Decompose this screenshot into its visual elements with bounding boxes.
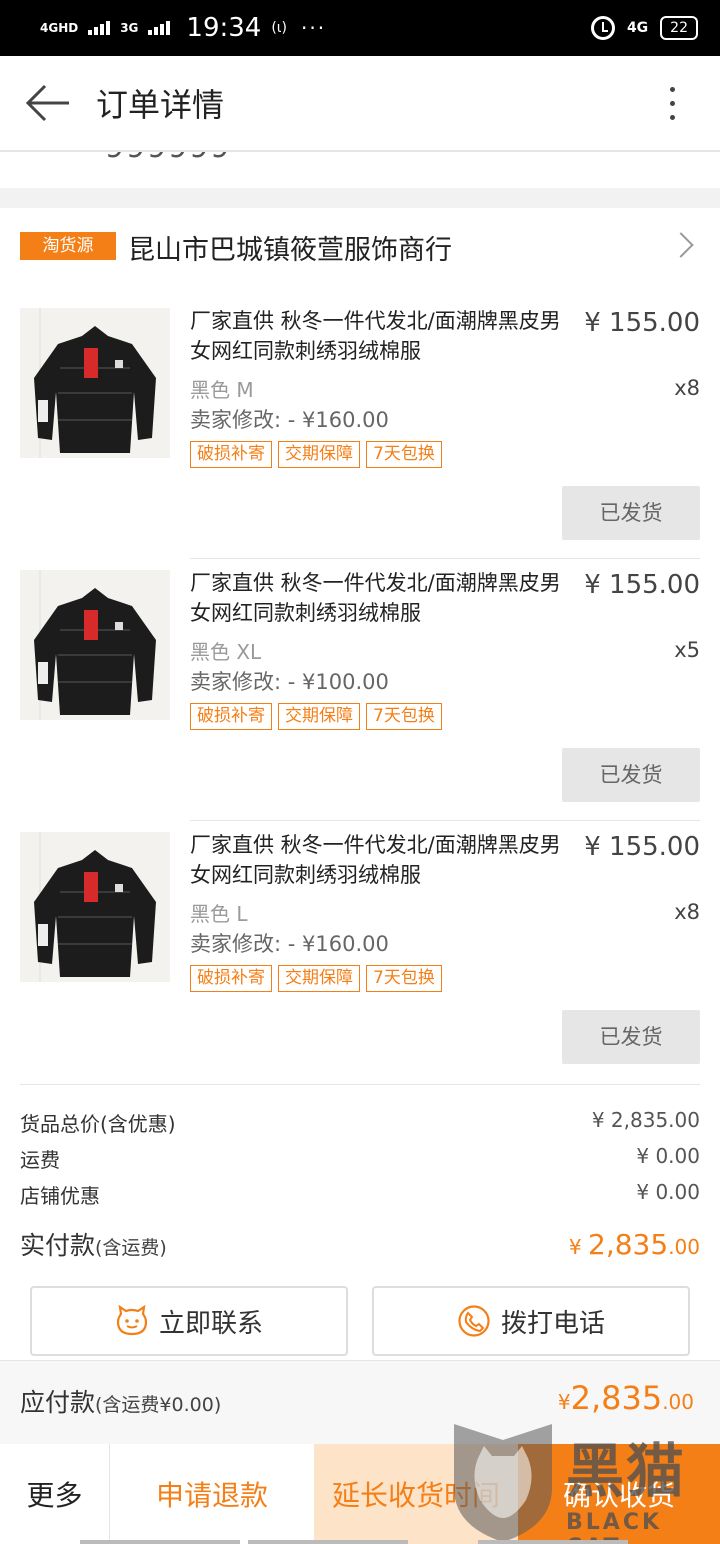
divider [190,558,700,559]
seller-modify: 卖家修改: - ¥160.00 [190,408,389,432]
divider [20,1084,700,1085]
summary-shop-discount: 店铺优惠 ¥ 0.00 [20,1180,700,1209]
refund-button[interactable]: 申请退款 [110,1444,314,1544]
mobile-data-icon: 4G [626,20,649,36]
alarm-icon [590,16,615,40]
more-notifications-icon: ··· [301,16,327,40]
paid-label: 实付款(含运费) [20,1231,167,1260]
summary-paid: 实付款(含运费) ¥ 2,835.00 [20,1226,700,1262]
extend-receipt-button[interactable]: 延长收货时间 [314,1444,518,1544]
badge-damage-resend: 破损补寄 [190,965,272,992]
call-phone-button[interactable]: 拨打电话 [372,1286,690,1356]
seller-modify: 卖家修改: - ¥160.00 [190,932,389,956]
product-thumbnail[interactable] [20,570,170,720]
summary-goods-total: 货品总价(含优惠) ¥ 2,835.00 [20,1108,700,1137]
badge-delivery-guarantee: 交期保障 [278,965,360,992]
clock: 19:34 [186,13,262,43]
page-title: 订单详情 [96,86,225,124]
order-item[interactable]: 厂家直供 秋冬一件代发北/面潮牌黑皮男女网红同款刺绣羽绒棉服 ¥ 155.00 … [0,308,720,570]
gesture-indicator [248,1540,408,1544]
shipped-button[interactable]: 已发货 [562,1010,700,1064]
more-vertical-icon[interactable] [624,55,720,151]
badge-damage-resend: 破损补寄 [190,703,272,730]
service-badges: 破损补寄 交期保障 7天包换 [190,441,442,468]
paid-amount: ¥ 2,835.00 [568,1228,700,1261]
payable-bar: 应付款(含运费¥0.00) ¥2,835.00 [0,1360,720,1444]
badge-7day-exchange: 7天包换 [366,703,442,730]
shop-row[interactable]: 淘货源 昆山市巴城镇筱萱服饰商行 [0,208,720,290]
more-button[interactable]: 更多 [0,1444,110,1544]
gesture-indicator [478,1540,628,1544]
product-quantity: x8 [674,900,700,924]
network-3g: 3G [120,21,139,35]
shop-name[interactable]: 昆山市巴城镇筱萱服饰商行 [128,228,452,267]
product-price: ¥ 155.00 [584,308,700,338]
product-price: ¥ 155.00 [584,832,700,862]
product-price: ¥ 155.00 [584,570,700,600]
chevron-right-icon[interactable] [668,232,694,258]
cutoff-text: 999999 [105,152,232,165]
bottom-action-bar: 更多 申请退款 延长收货时间 确认收货 [0,1444,720,1544]
product-quantity: x5 [674,638,700,662]
order-item[interactable]: 厂家直供 秋冬一件代发北/面潮牌黑皮男女网红同款刺绣羽绒棉服 ¥ 155.00 … [0,570,720,832]
shop-source-badge: 淘货源 [20,232,116,260]
phone-icon [458,1305,490,1337]
goods-total-label: 货品总价(含优惠) [20,1112,176,1136]
product-thumbnail[interactable] [20,832,170,982]
network-4ghd: 4GHD [40,21,79,35]
shop-discount-value: ¥ 0.00 [636,1180,700,1204]
product-variant: 黑色 L [190,902,248,926]
badge-7day-exchange: 7天包换 [366,441,442,468]
cutoff-content: 999999 [0,152,720,188]
badge-damage-resend: 破损补寄 [190,441,272,468]
service-badges: 破损补寄 交期保障 7天包换 [190,965,442,992]
contact-seller-button[interactable]: 立即联系 [30,1286,348,1356]
signal-icon [148,21,171,35]
service-badges: 破损补寄 交期保障 7天包换 [190,703,442,730]
product-variant: 黑色 M [190,378,254,402]
call-phone-label: 拨打电话 [500,1308,605,1339]
product-title[interactable]: 厂家直供 秋冬一件代发北/面潮牌黑皮男女网红同款刺绣羽绒棉服 [190,830,580,890]
payable-amount: ¥2,835.00 [557,1379,694,1417]
paid-note: (含运费) [95,1237,167,1259]
goods-total-value: ¥ 2,835.00 [591,1108,700,1132]
seller-modify: 卖家修改: - ¥100.00 [190,670,389,694]
back-arrow-icon[interactable] [0,55,96,151]
shop-discount-label: 店铺优惠 [20,1184,100,1208]
product-thumbnail[interactable] [20,308,170,458]
product-quantity: x8 [674,376,700,400]
product-title[interactable]: 厂家直供 秋冬一件代发北/面潮牌黑皮男女网红同款刺绣羽绒棉服 [190,568,580,628]
hotspot-icon: (ι) [271,20,288,36]
battery-icon: 22 [660,16,698,40]
product-title[interactable]: 厂家直供 秋冬一件代发北/面潮牌黑皮男女网红同款刺绣羽绒棉服 [190,306,580,366]
badge-delivery-guarantee: 交期保障 [278,703,360,730]
contact-seller-label: 立即联系 [158,1308,263,1339]
summary-shipping: 运费 ¥ 0.00 [20,1144,700,1173]
product-variant: 黑色 XL [190,640,262,664]
payable-label: 应付款(含运费¥0.00) [20,1388,222,1417]
signal-icon [88,21,111,35]
confirm-receipt-button[interactable]: 确认收货 [518,1444,720,1544]
badge-7day-exchange: 7天包换 [366,965,442,992]
order-item[interactable]: 厂家直供 秋冬一件代发北/面潮牌黑皮男女网红同款刺绣羽绒棉服 ¥ 155.00 … [0,832,720,1094]
divider [190,820,700,821]
gesture-indicator [80,1540,240,1544]
nav-bar: 订单详情 [0,56,720,152]
payable-note: (含运费¥0.00) [95,1394,222,1416]
chat-cat-icon [116,1304,148,1336]
shipping-label: 运费 [20,1148,60,1172]
order-card: 淘货源 昆山市巴城镇筱萱服饰商行 厂家直供 秋冬一件代发北/面潮牌黑皮男女网红同… [0,208,720,1360]
shipping-value: ¥ 0.00 [636,1144,700,1168]
badge-delivery-guarantee: 交期保障 [278,441,360,468]
shipped-button[interactable]: 已发货 [562,748,700,802]
shipped-button[interactable]: 已发货 [562,486,700,540]
status-bar: 4GHD 3G 19:34 (ι) ··· 4G 22 [0,0,720,56]
